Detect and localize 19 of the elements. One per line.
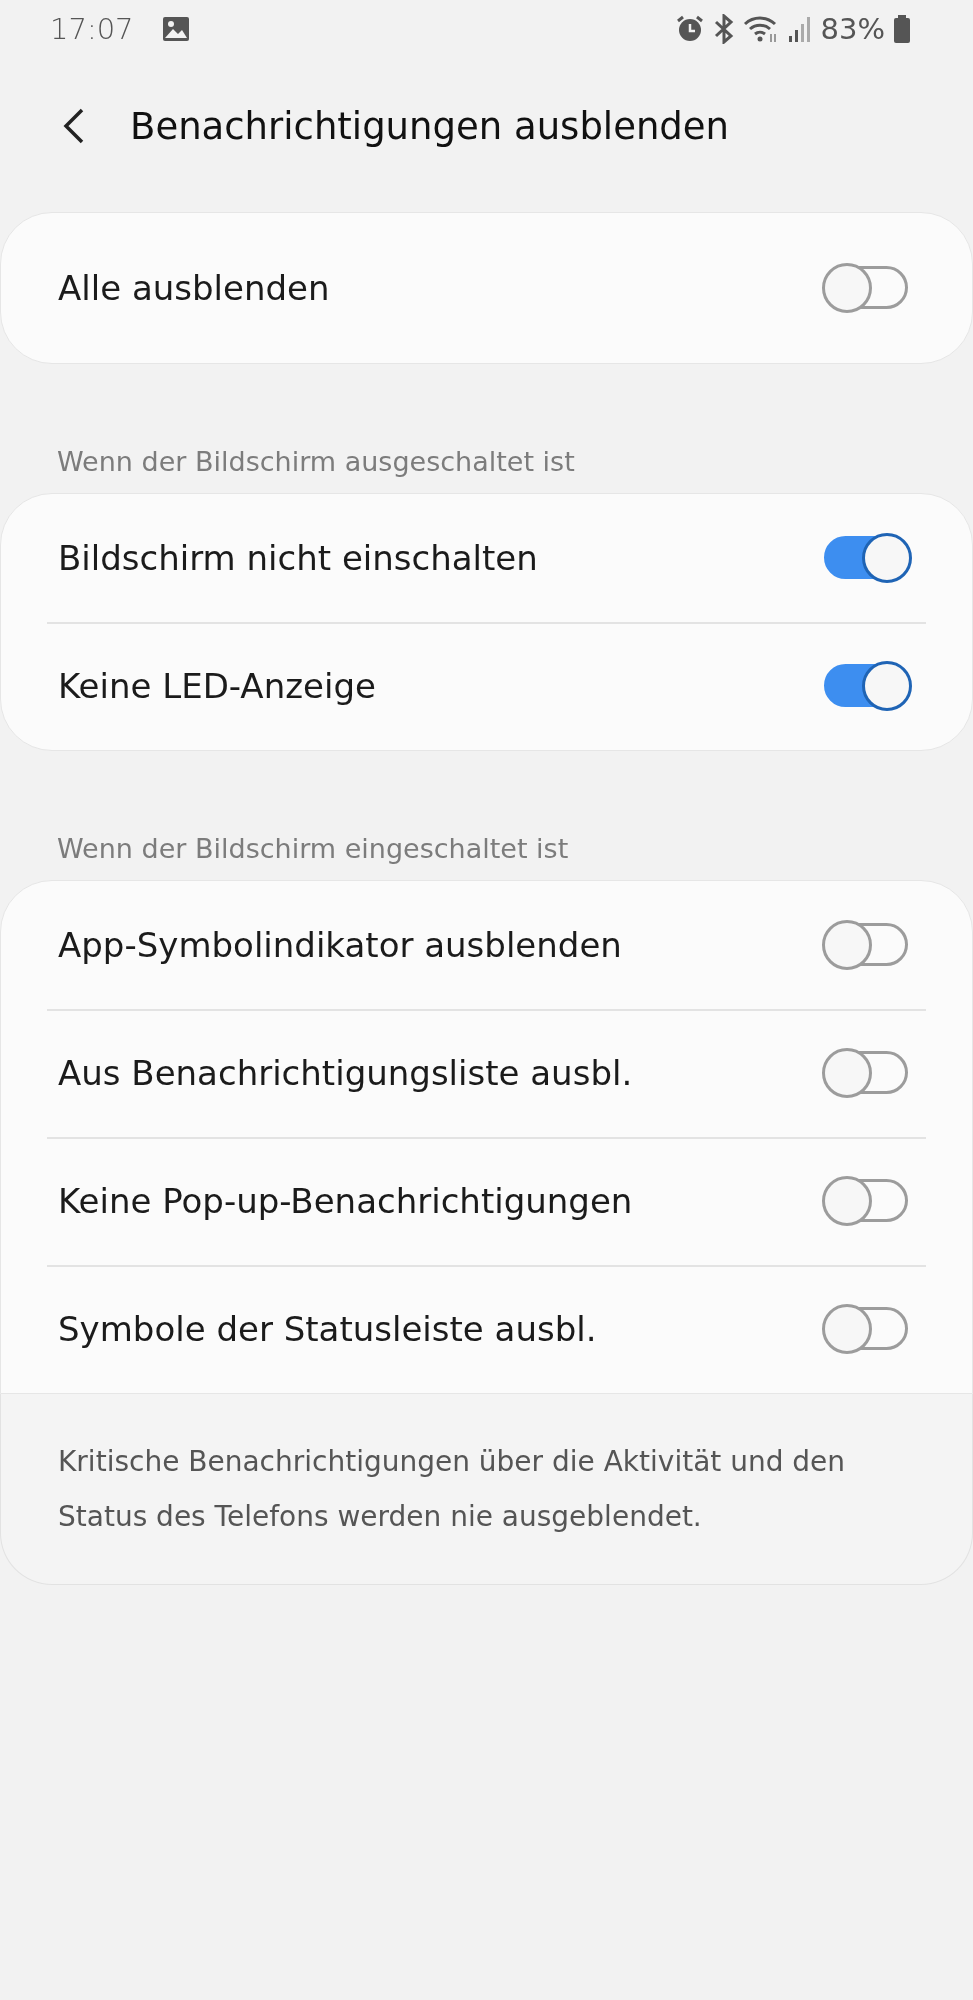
setting-label: Symbole der Statusleiste ausbl. (58, 1309, 598, 1349)
setting-label: Keine LED-Anzeige (58, 666, 377, 706)
alarm-icon (674, 14, 705, 44)
section-header: Wenn der Bildschirm eingeschaltet ist (56, 833, 570, 864)
page-title: Benachrichtigungen ausblenden (130, 104, 730, 148)
bluetooth-icon (712, 14, 735, 44)
battery-icon (893, 14, 911, 44)
section-header: Wenn der Bildschirm ausgeschaltet ist (56, 446, 576, 477)
setting-label: Bildschirm nicht einschalten (58, 538, 539, 578)
setting-label: Aus Benachrichtigungsliste ausbl. (58, 1053, 634, 1093)
wifi-icon (742, 14, 779, 44)
image-icon (161, 16, 190, 42)
setting-label: Alle ausblenden (58, 268, 331, 308)
battery-percent: 83% (820, 12, 885, 46)
setting-label: Keine Pop-up-Benachrichtigungen (58, 1181, 634, 1221)
status-time: 17:07 (50, 12, 134, 46)
signal-icon (786, 14, 813, 44)
footnote: Kritische Benachrichtigungen über die Aktivität und den Status des Telefons werden nie ausgeblendet. (0, 1394, 973, 1585)
setting-label: App-Symbolindikator ausblenden (58, 925, 623, 965)
